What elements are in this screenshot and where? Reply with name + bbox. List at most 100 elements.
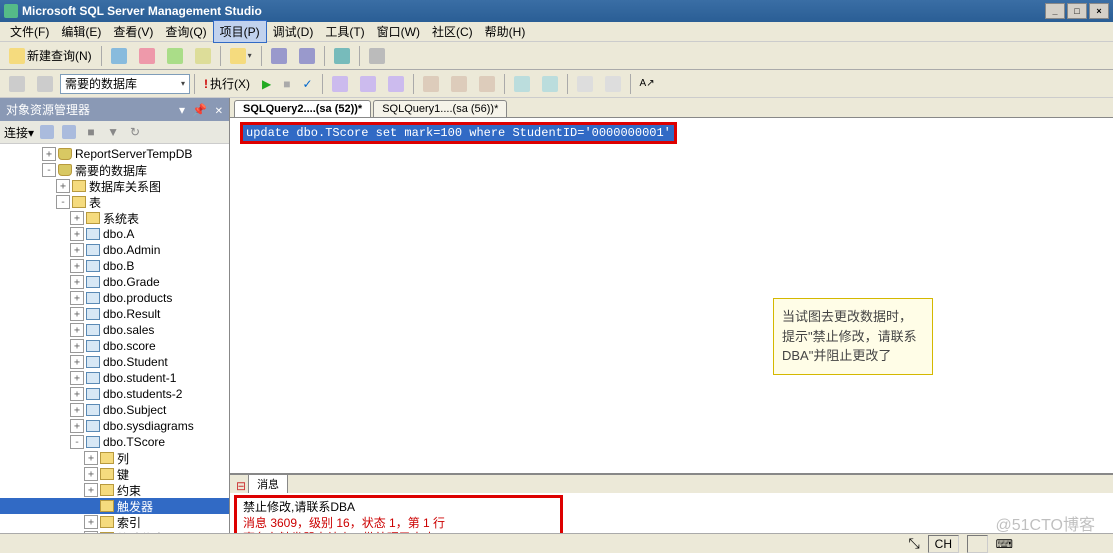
tree-node[interactable]: +索引	[0, 514, 229, 530]
tree-node[interactable]: +dbo.student-1	[0, 370, 229, 386]
menu-file[interactable]: 文件(F)	[4, 21, 55, 42]
tb-btn-1[interactable]	[106, 45, 132, 67]
menu-query[interactable]: 查询(Q)	[159, 21, 212, 42]
tree-twisty[interactable]: +	[70, 291, 84, 305]
stop-button[interactable]: ■	[278, 73, 295, 95]
tb2-e1[interactable]	[509, 73, 535, 95]
thumbtack-icon[interactable]: 📌	[192, 103, 207, 117]
tab-sqlquery2[interactable]: SQLQuery2....(sa (52))*	[234, 100, 371, 117]
tree-twisty[interactable]: +	[70, 211, 84, 225]
tree-twisty[interactable]: +	[70, 419, 84, 433]
tb2-e2[interactable]	[537, 73, 563, 95]
tb2-c1[interactable]	[327, 73, 353, 95]
pin-icon[interactable]: ▾	[179, 103, 185, 117]
tb2-btn-a[interactable]	[4, 73, 30, 95]
tree-node[interactable]: +dbo.A	[0, 226, 229, 242]
execute-button[interactable]: ! 执行(X)	[199, 73, 255, 95]
tree-node[interactable]: +列	[0, 450, 229, 466]
tb-btn-3[interactable]	[162, 45, 188, 67]
tree-node[interactable]: +dbo.Student	[0, 354, 229, 370]
tree-twisty[interactable]: +	[70, 339, 84, 353]
tree-node[interactable]: +dbo.Result	[0, 306, 229, 322]
activity-button[interactable]	[329, 45, 355, 67]
tb2-c2[interactable]	[355, 73, 381, 95]
tb2-g[interactable]: A↗	[635, 73, 660, 95]
tb2-btn-b[interactable]	[32, 73, 58, 95]
tb2-f1[interactable]	[572, 73, 598, 95]
open-button[interactable]: ▾	[225, 45, 257, 67]
tree-node[interactable]: -表	[0, 194, 229, 210]
tree-twisty[interactable]: +	[70, 355, 84, 369]
tb2-c3[interactable]	[383, 73, 409, 95]
tb2-d3[interactable]	[474, 73, 500, 95]
tree-twisty[interactable]: +	[70, 323, 84, 337]
tb-btn-4[interactable]	[190, 45, 216, 67]
tree-twisty[interactable]: +	[84, 451, 98, 465]
tree-node[interactable]: +dbo.Admin	[0, 242, 229, 258]
close-button[interactable]: ×	[1089, 3, 1109, 19]
tree-twisty[interactable]: +	[70, 227, 84, 241]
tree-node[interactable]: +约束	[0, 482, 229, 498]
connect-dropdown[interactable]: 连接▾	[4, 124, 34, 141]
tb2-d2[interactable]	[446, 73, 472, 95]
parse-button[interactable]: ✓	[297, 73, 317, 95]
oe-btn-3[interactable]: ■	[82, 123, 100, 141]
minimize-button[interactable]: _	[1045, 3, 1065, 19]
tree-node[interactable]: +系统表	[0, 210, 229, 226]
menu-view[interactable]: 查看(V)	[107, 21, 159, 42]
tab-sqlquery1[interactable]: SQLQuery1....(sa (56))*	[373, 100, 507, 117]
panel-close-button[interactable]: ✕	[215, 106, 223, 117]
registered-button[interactable]	[364, 45, 390, 67]
new-query-button[interactable]: 新建查询(N)	[4, 45, 97, 67]
menu-help[interactable]: 帮助(H)	[479, 21, 532, 42]
tree-node[interactable]: 触发器	[0, 498, 229, 514]
tb-btn-2[interactable]	[134, 45, 160, 67]
menu-tools[interactable]: 工具(T)	[319, 21, 370, 42]
tree-twisty[interactable]: +	[70, 307, 84, 321]
tree-twisty[interactable]: +	[70, 259, 84, 273]
tree-twisty[interactable]: +	[84, 515, 98, 529]
tree-node[interactable]: +数据库关系图	[0, 178, 229, 194]
tree-node[interactable]: +键	[0, 466, 229, 482]
maximize-button[interactable]: □	[1067, 3, 1087, 19]
tree-node[interactable]: -需要的数据库	[0, 162, 229, 178]
save-all-button[interactable]	[294, 45, 320, 67]
tree-node[interactable]: +ReportServerTempDB	[0, 146, 229, 162]
tree-node[interactable]: +dbo.Grade	[0, 274, 229, 290]
database-combo[interactable]: 需要的数据库 ▾	[60, 74, 190, 94]
save-button[interactable]	[266, 45, 292, 67]
tree-node[interactable]: +dbo.sales	[0, 322, 229, 338]
tree-twisty[interactable]: +	[70, 403, 84, 417]
tb2-f2[interactable]	[600, 73, 626, 95]
tree-node[interactable]: -dbo.TScore	[0, 434, 229, 450]
tree-node[interactable]: +dbo.B	[0, 258, 229, 274]
tree-twisty[interactable]: +	[42, 147, 56, 161]
tree-node[interactable]: +dbo.students-2	[0, 386, 229, 402]
tree-node[interactable]: +dbo.score	[0, 338, 229, 354]
tree-twisty[interactable]: -	[56, 195, 70, 209]
tree-node[interactable]: +dbo.sysdiagrams	[0, 418, 229, 434]
debug-button[interactable]: ▶	[257, 73, 276, 95]
tree-twisty[interactable]: +	[70, 387, 84, 401]
tree-twisty[interactable]: +	[84, 483, 98, 497]
tree-node[interactable]: +dbo.products	[0, 290, 229, 306]
tree-twisty[interactable]: +	[56, 179, 70, 193]
oe-btn-2[interactable]	[60, 123, 78, 141]
tree-twisty[interactable]: -	[70, 435, 84, 449]
oe-btn-5[interactable]: ↻	[126, 123, 144, 141]
tb2-d1[interactable]	[418, 73, 444, 95]
tree-node[interactable]: +dbo.Subject	[0, 402, 229, 418]
menu-edit[interactable]: 编辑(E)	[55, 21, 107, 42]
sql-editor[interactable]: update dbo.TScore set mark=100 where Stu…	[230, 118, 1113, 473]
menu-debug[interactable]: 调试(D)	[267, 21, 320, 42]
tree-twisty[interactable]: +	[70, 275, 84, 289]
object-tree[interactable]: +ReportServerTempDB-需要的数据库+数据库关系图-表+系统表+…	[0, 144, 229, 553]
sql-text[interactable]: update dbo.TScore set mark=100 where Stu…	[243, 125, 674, 141]
tree-twisty[interactable]: +	[84, 467, 98, 481]
lang-icon[interactable]: ⌨	[996, 537, 1013, 551]
tree-twisty[interactable]: +	[70, 371, 84, 385]
oe-btn-1[interactable]	[38, 123, 56, 141]
menu-project[interactable]: 项目(P)	[213, 20, 267, 43]
menu-community[interactable]: 社区(C)	[426, 21, 479, 42]
menu-window[interactable]: 窗口(W)	[371, 21, 426, 42]
